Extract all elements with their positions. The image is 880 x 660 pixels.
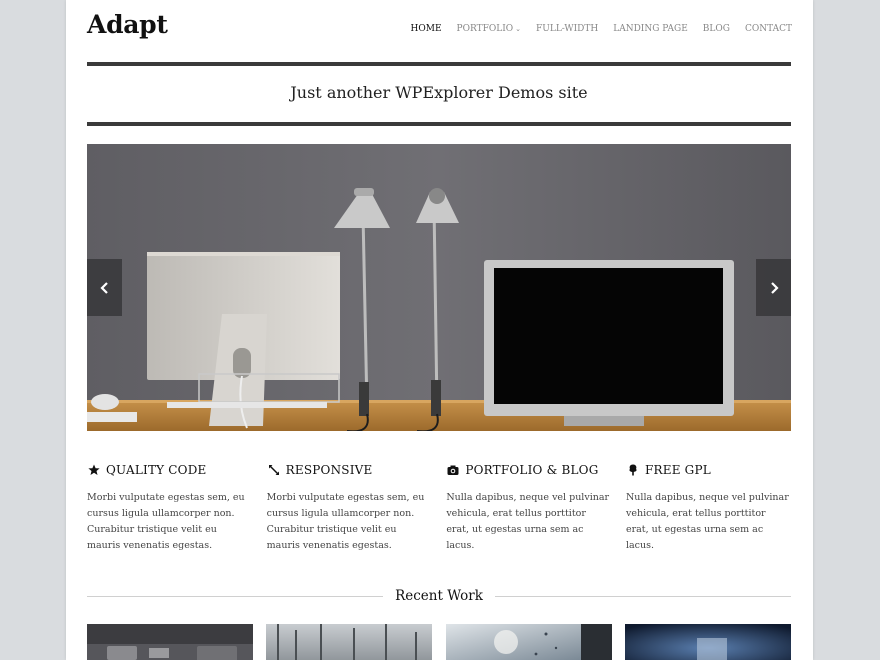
feature-title: QUALITY CODE: [106, 463, 207, 477]
feature-text: Nulla dapibus, neque vel pulvinar vehicu…: [446, 492, 610, 551]
recent-work-thumb[interactable]: [87, 624, 253, 660]
nav-item-full-width[interactable]: FULL-WIDTH: [536, 24, 598, 34]
recent-work-heading: Recent Work: [87, 588, 791, 604]
feature-responsive: RESPONSIVE Morbi vulputate egestas sem, …: [267, 460, 432, 554]
slider-prev-button[interactable]: [87, 259, 122, 316]
recent-work-thumb[interactable]: [266, 624, 433, 660]
chevron-right-icon: [770, 281, 779, 294]
camera-icon: [446, 463, 460, 477]
features-row: QUALITY CODE Morbi vulputate egestas sem…: [87, 460, 791, 554]
nav-item-landing-page[interactable]: LANDING PAGE: [613, 24, 688, 34]
feature-portfolio-blog: PORTFOLIO & BLOG Nulla dapibus, neque ve…: [446, 460, 611, 554]
feature-title: RESPONSIVE: [285, 463, 373, 477]
feature-text: Morbi vulputate egestas sem, eu cursus l…: [87, 492, 245, 551]
recent-work-thumb[interactable]: [624, 624, 791, 660]
feature-text: Nulla dapibus, neque vel pulvinar vehicu…: [625, 492, 789, 551]
page-container: Adapt HOME PORTFOLIO ⌄ FULL-WIDTH LANDING…: [66, 0, 813, 660]
nav-item-blog[interactable]: BLOG: [703, 24, 730, 34]
slide-image: [87, 144, 791, 431]
header-divider-bottom: [87, 122, 791, 126]
recent-work-thumb[interactable]: [445, 624, 612, 660]
chevron-left-icon: [99, 281, 108, 294]
feature-text: Morbi vulputate egestas sem, eu cursus l…: [266, 492, 425, 551]
star-icon: [87, 463, 101, 477]
site-logo[interactable]: Adapt: [87, 10, 168, 39]
tree-icon: [626, 463, 640, 477]
hero-slider[interactable]: [87, 144, 791, 431]
site-tagline: Just another WPExplorer Demos site: [290, 83, 588, 102]
feature-title: PORTFOLIO & BLOG: [465, 463, 599, 477]
recent-work-grid: [87, 624, 791, 660]
header-divider-top: [87, 62, 791, 66]
chevron-down-icon: ⌄: [515, 25, 522, 33]
slider-next-button[interactable]: [756, 259, 791, 316]
main-nav: HOME PORTFOLIO ⌄ FULL-WIDTH LANDING PAGE …: [396, 24, 792, 34]
nav-item-contact[interactable]: CONTACT: [745, 24, 792, 34]
nav-item-home[interactable]: HOME: [411, 24, 442, 34]
expand-icon: [267, 463, 281, 477]
feature-free-gpl: FREE GPL Nulla dapibus, neque vel pulvin…: [626, 460, 791, 554]
nav-item-portfolio[interactable]: PORTFOLIO ⌄: [457, 24, 521, 34]
feature-title: FREE GPL: [644, 463, 711, 477]
feature-quality-code: QUALITY CODE Morbi vulputate egestas sem…: [87, 460, 252, 554]
